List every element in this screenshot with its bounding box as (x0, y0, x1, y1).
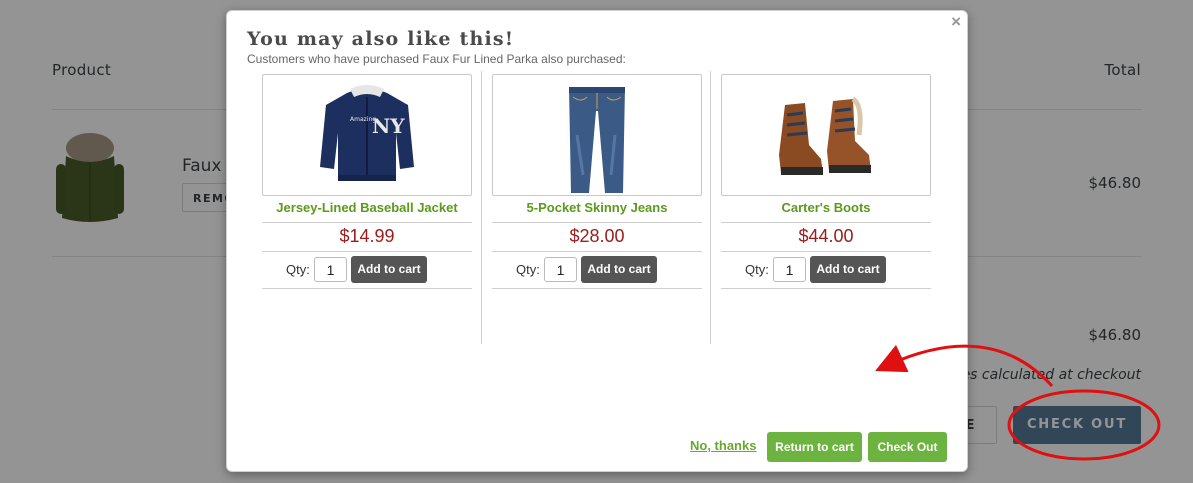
add-to-cart-button[interactable]: Add to cart (581, 256, 657, 283)
product-price: $44.00 (798, 226, 854, 246)
navy-jacket-image: NY Amazing (320, 85, 414, 181)
product-name[interactable]: Jersey-Lined Baseball Jacket (262, 200, 472, 215)
svg-text:Amazing: Amazing (350, 116, 376, 123)
brown-boots-image (779, 96, 871, 175)
add-to-cart-button[interactable]: Add to cart (351, 256, 427, 283)
divider (262, 251, 472, 252)
divider (721, 222, 931, 223)
quantity-input[interactable]: 1 (314, 257, 347, 282)
divider (721, 288, 931, 289)
svg-text:NY: NY (372, 114, 405, 138)
no-thanks-link[interactable]: No, thanks (690, 438, 756, 453)
product-image-link[interactable] (492, 74, 702, 196)
add-to-cart-button[interactable]: Add to cart (810, 256, 886, 283)
qty-label: Qty: (286, 262, 310, 277)
product-card: 5-Pocket Skinny Jeans $28.00 Qty: 1 Add … (481, 71, 710, 344)
product-price: $14.99 (339, 226, 395, 246)
jeans-image (569, 87, 625, 193)
quantity-input[interactable]: 1 (773, 257, 806, 282)
product-card: Carter's Boots $44.00 Qty: 1 Add to cart (710, 71, 939, 344)
divider (492, 251, 702, 252)
product-image-link[interactable] (721, 74, 931, 196)
product-name[interactable]: 5-Pocket Skinny Jeans (492, 200, 702, 215)
qty-label: Qty: (745, 262, 769, 277)
divider (492, 222, 702, 223)
qty-label: Qty: (516, 262, 540, 277)
return-to-cart-button[interactable]: Return to cart (767, 432, 862, 462)
upsell-modal: × You may also like this! Customers who … (226, 10, 968, 472)
divider (262, 288, 472, 289)
product-name[interactable]: Carter's Boots (721, 200, 931, 215)
divider (262, 222, 472, 223)
product-price: $28.00 (569, 226, 625, 246)
modal-checkout-button[interactable]: Check Out (868, 432, 947, 462)
product-list: NY Amazing Jersey-Lined Baseball Jacket … (252, 71, 942, 344)
product-image-link[interactable]: NY Amazing (262, 74, 472, 196)
product-card: NY Amazing Jersey-Lined Baseball Jacket … (252, 71, 481, 344)
quantity-input[interactable]: 1 (544, 257, 577, 282)
close-icon[interactable]: × (951, 12, 961, 32)
modal-title: You may also like this! (247, 28, 515, 50)
divider (721, 251, 931, 252)
modal-subtitle: Customers who have purchased Faux Fur Li… (247, 52, 626, 66)
divider (492, 288, 702, 289)
